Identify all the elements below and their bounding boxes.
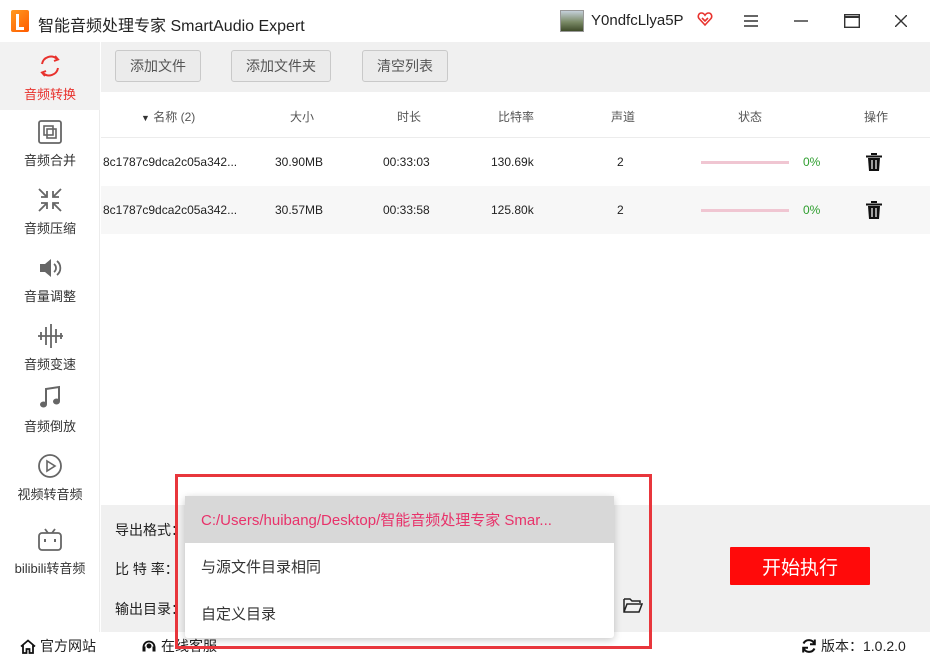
header-size: 大小 — [290, 110, 315, 124]
sidebar-item-speed[interactable]: 音频变速 — [0, 322, 100, 373]
dropdown-option-desktop-path[interactable]: C:/Users/huibang/Desktop/智能音频处理专家 Smar..… — [185, 496, 614, 543]
sidebar-item-convert[interactable]: 音频转换 — [0, 42, 100, 110]
bilibili-icon — [38, 528, 62, 551]
sidebar-item-label: 音频倒放 — [23, 419, 76, 434]
menu-icon[interactable] — [738, 8, 764, 34]
sidebar-item-bilibili[interactable]: bilibili转音频 — [0, 526, 100, 577]
header-channels: 声道 — [611, 110, 636, 124]
file-name: 8c1787c9dca2c05a342... — [103, 203, 238, 217]
sidebar-item-label: 音频合并 — [23, 153, 76, 168]
trash-icon[interactable] — [865, 200, 883, 220]
progress-bar — [701, 161, 789, 164]
file-table: ▼ 名称 (2) 大小 时长 比特率 声道 状态 操作 8c1787c9dca2… — [101, 92, 930, 234]
app-logo-icon — [11, 10, 29, 32]
clear-list-button[interactable]: 清空列表 — [362, 50, 448, 82]
headset-icon — [142, 640, 156, 652]
website-link[interactable]: 官方网站 — [20, 636, 96, 656]
app-title: 智能音频处理专家 SmartAudio Expert — [38, 18, 305, 35]
minimize-icon[interactable] — [788, 8, 814, 34]
folder-open-icon[interactable] — [623, 597, 643, 613]
dropdown-option-custom-dir[interactable]: 自定义目录 — [185, 590, 614, 637]
sidebar-item-label: 音频变速 — [23, 357, 76, 372]
progress-bar — [701, 209, 789, 212]
sort-desc-icon: ▼ — [141, 113, 150, 123]
convert-icon — [40, 55, 60, 77]
header-duration: 时长 — [397, 110, 422, 124]
close-icon[interactable] — [888, 8, 914, 34]
sidebar-item-reverse[interactable]: 音频倒放 — [0, 384, 100, 435]
header-bitrate: 比特率 — [498, 110, 535, 124]
compress-icon — [38, 188, 62, 212]
file-duration: 00:33:58 — [383, 203, 430, 217]
sidebar-item-label: 视频转音频 — [17, 487, 83, 502]
table-row[interactable]: 8c1787c9dca2c05a342... 30.57MB 00:33:58 … — [101, 186, 930, 234]
file-duration: 00:33:03 — [383, 155, 430, 169]
sidebar-item-video-to-audio[interactable]: 视频转音频 — [0, 452, 100, 503]
start-button[interactable]: 开始执行 — [730, 547, 870, 585]
dropdown-option-same-as-source[interactable]: 与源文件目录相同 — [185, 543, 614, 590]
music-note-icon — [40, 385, 60, 408]
sidebar-item-volume[interactable]: 音量调整 — [0, 254, 100, 305]
refresh-icon — [802, 639, 816, 653]
header-name[interactable]: ▼ 名称 (2) — [141, 108, 195, 125]
sidebar-item-label: 音频转换 — [23, 87, 76, 102]
file-name: 8c1787c9dca2c05a342... — [103, 155, 238, 169]
sidebar-item-label: bilibili转音频 — [14, 561, 86, 576]
output-dir-label: 输出目录： — [115, 601, 185, 617]
file-size: 30.57MB — [275, 203, 324, 217]
format-label: 导出格式： — [115, 522, 185, 538]
table-header: ▼ 名称 (2) 大小 时长 比特率 声道 状态 操作 — [101, 92, 930, 138]
home-icon — [20, 638, 36, 654]
vip-heart-icon[interactable] — [697, 11, 713, 27]
add-folder-button[interactable]: 添加文件夹 — [231, 50, 331, 82]
bitrate-label: 比 特 率： — [115, 561, 179, 577]
file-channels: 2 — [617, 203, 624, 217]
output-dir-dropdown: C:/Users/huibang/Desktop/智能音频处理专家 Smar..… — [185, 496, 614, 638]
volume-icon — [40, 259, 62, 277]
file-channels: 2 — [617, 155, 624, 169]
user-avatar[interactable] — [560, 10, 584, 32]
maximize-icon[interactable] — [839, 8, 865, 34]
version-info[interactable]: 版本：1.0.2.0 — [801, 636, 906, 656]
sidebar-item-label: 音量调整 — [23, 289, 76, 304]
progress-percent: 0% — [803, 155, 821, 169]
merge-icon — [38, 120, 62, 144]
table-row[interactable]: 8c1787c9dca2c05a342... 30.90MB 00:33:03 … — [101, 138, 930, 186]
speed-icon — [38, 324, 63, 348]
support-link[interactable]: 在线客服 — [141, 636, 217, 656]
sidebar: 音频转换 音频合并 音频压缩 音量调整 音频变速 音频倒放 视频转音频 bili… — [0, 42, 100, 632]
sidebar-item-compress[interactable]: 音频压缩 — [0, 186, 100, 237]
header-status: 状态 — [738, 110, 763, 124]
toolbar: 添加文件 添加文件夹 清空列表 — [101, 42, 930, 92]
title-bar: 智能音频处理专家 SmartAudio Expert Y0ndfcLlya5P — [0, 0, 930, 42]
user-name[interactable]: Y0ndfcLlya5P — [591, 12, 684, 29]
trash-icon[interactable] — [865, 152, 883, 172]
sidebar-item-merge[interactable]: 音频合并 — [0, 118, 100, 169]
play-icon — [38, 454, 62, 478]
add-file-button[interactable]: 添加文件 — [115, 50, 201, 82]
header-actions: 操作 — [864, 110, 889, 124]
file-bitrate: 130.69k — [491, 155, 534, 169]
progress-percent: 0% — [803, 203, 821, 217]
file-size: 30.90MB — [275, 155, 324, 169]
sidebar-item-label: 音频压缩 — [23, 221, 76, 236]
file-bitrate: 125.80k — [491, 203, 534, 217]
